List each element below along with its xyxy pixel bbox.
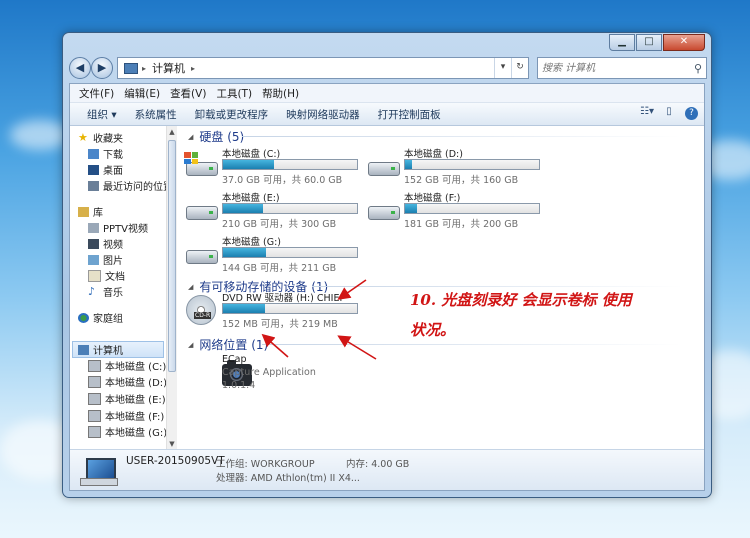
annotation-arrow [261, 333, 289, 358]
annotation-arrows [261, 279, 377, 360]
annotation-text: 10. 光盘刻录好 会显示卷标 使用 状况。 [410, 285, 680, 345]
annotation-arrow [337, 335, 377, 360]
annotation-arrow [337, 279, 367, 300]
annotation-line-1: 10. 光盘刻录好 会显示卷标 使用 [410, 291, 632, 309]
annotation-line-2: 状况。 [410, 321, 456, 339]
